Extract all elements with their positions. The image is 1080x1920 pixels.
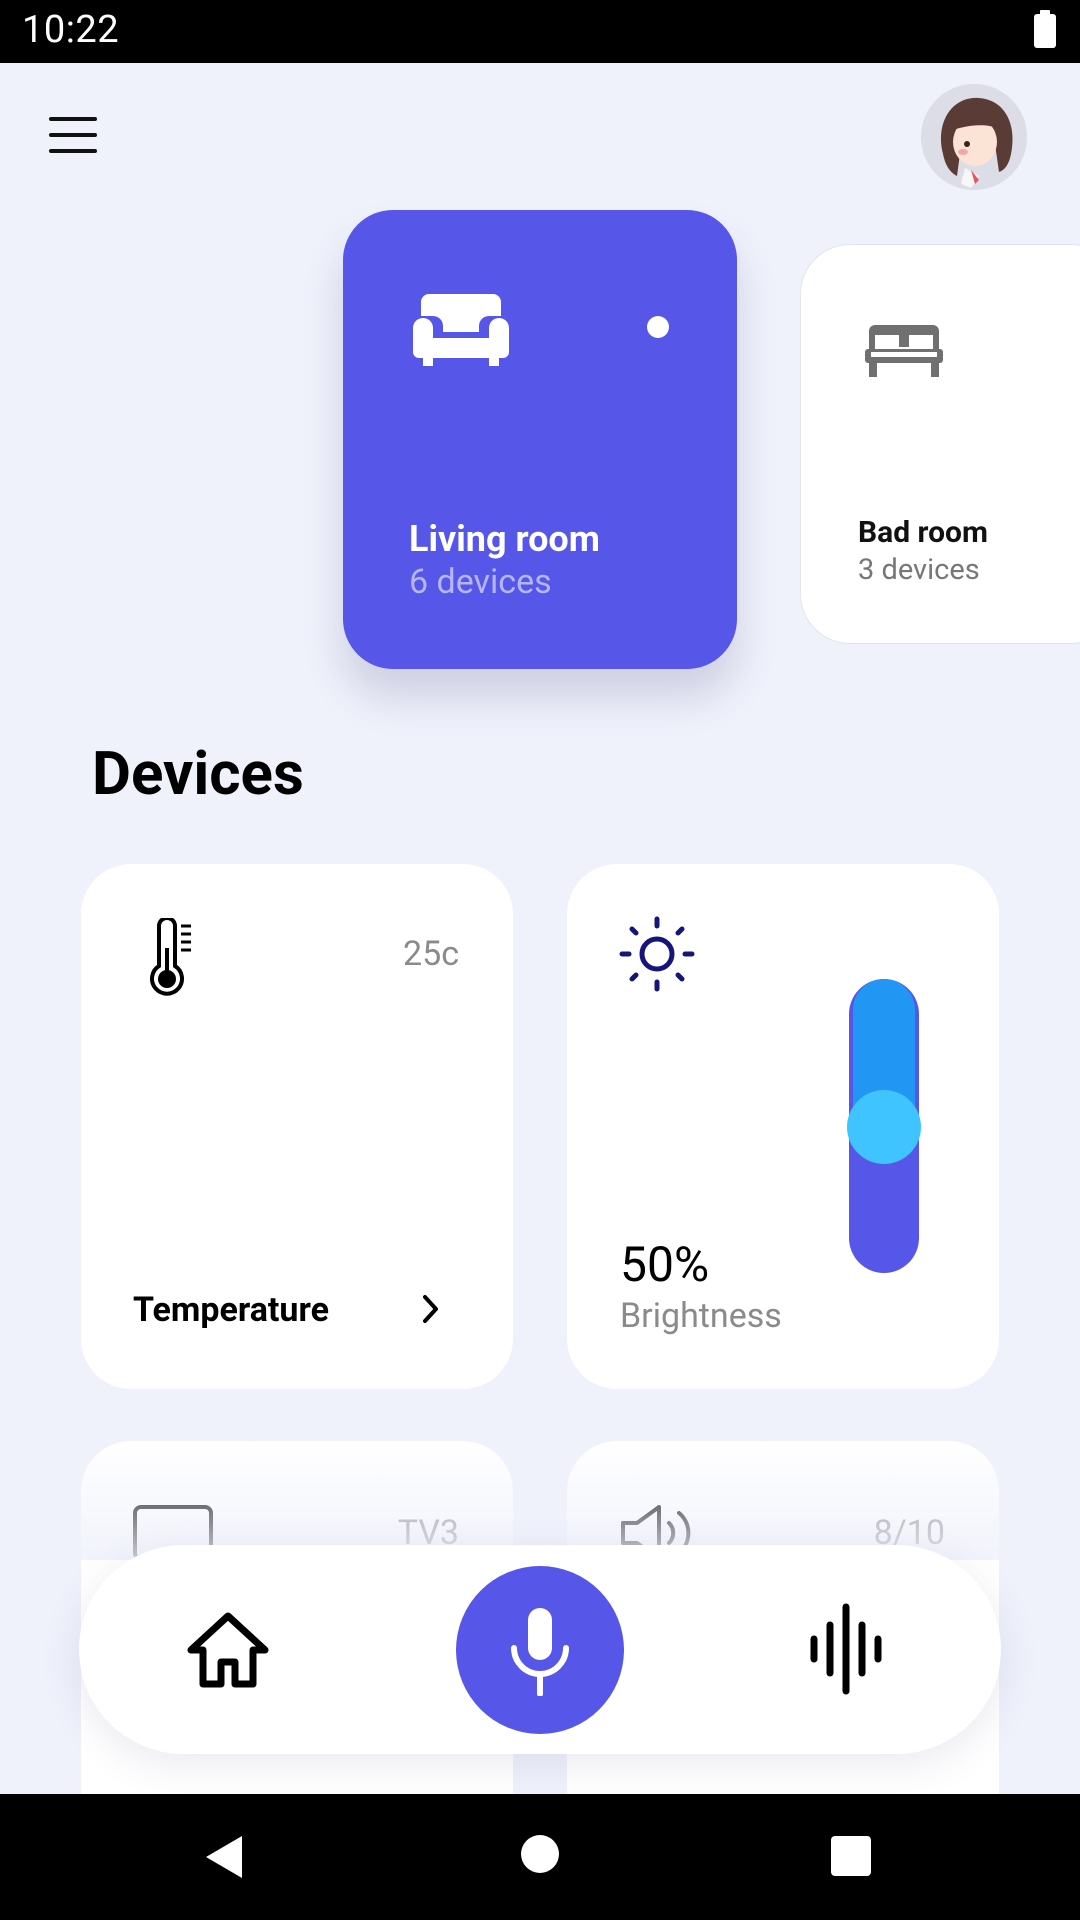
back-icon[interactable] bbox=[204, 1834, 244, 1880]
active-indicator-dot bbox=[647, 316, 669, 338]
bed-icon bbox=[865, 325, 943, 377]
battery-icon bbox=[1034, 10, 1056, 48]
chevron-right-icon[interactable] bbox=[421, 1294, 441, 1324]
bottom-nav bbox=[79, 1545, 1001, 1754]
room-device-count: 6 devices bbox=[409, 562, 552, 602]
microphone-button[interactable] bbox=[456, 1566, 624, 1734]
device-card-brightness[interactable]: 50% Brightness bbox=[567, 864, 999, 1389]
recents-icon[interactable] bbox=[831, 1836, 871, 1876]
room-name: Bad room bbox=[858, 515, 988, 550]
brightness-label: Brightness bbox=[620, 1296, 782, 1336]
temperature-value: 25c bbox=[402, 934, 459, 974]
avatar-image bbox=[921, 84, 1027, 190]
brightness-value: 50% bbox=[620, 1236, 710, 1293]
menu-button[interactable] bbox=[49, 117, 97, 155]
room-card-living-room[interactable]: Living room 6 devices bbox=[343, 210, 737, 669]
sound-wave-icon[interactable] bbox=[809, 1603, 893, 1695]
brightness-slider-knob[interactable] bbox=[847, 1090, 921, 1164]
sofa-icon bbox=[413, 294, 509, 366]
avatar[interactable] bbox=[921, 84, 1027, 190]
device-card-temperature[interactable]: 25c Temperature bbox=[81, 864, 513, 1389]
home-icon[interactable] bbox=[185, 1610, 271, 1688]
temperature-label: Temperature bbox=[133, 1290, 329, 1330]
room-card-bad-room[interactable]: Bad room 3 devices bbox=[800, 244, 1080, 644]
section-title: Devices bbox=[92, 738, 304, 809]
home-nav-icon[interactable] bbox=[520, 1834, 560, 1874]
microphone-icon bbox=[511, 1608, 569, 1696]
thermometer-icon bbox=[150, 918, 191, 996]
status-time: 10:22 bbox=[22, 8, 120, 52]
system-nav-bar bbox=[0, 1794, 1080, 1920]
room-device-count: 3 devices bbox=[858, 553, 980, 587]
room-name: Living room bbox=[409, 518, 600, 560]
status-bar: 10:22 bbox=[0, 0, 1080, 63]
sun-icon bbox=[619, 916, 695, 992]
